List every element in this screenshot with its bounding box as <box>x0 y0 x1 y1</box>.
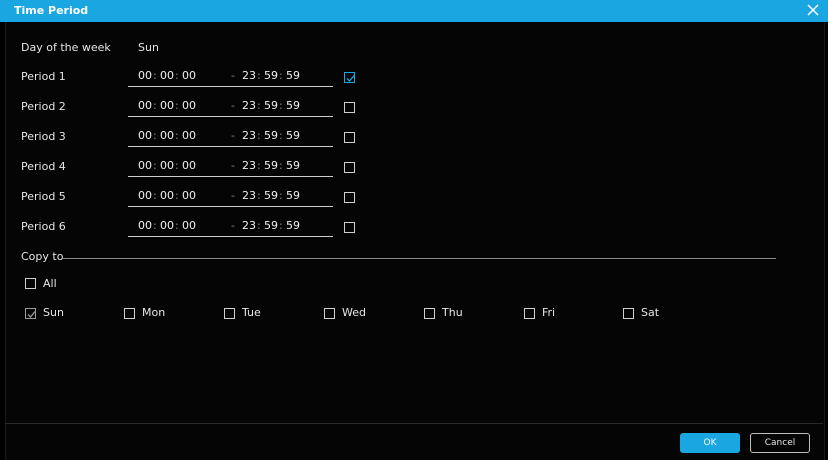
start-second[interactable]: 00 <box>182 159 196 172</box>
period-checkbox[interactable] <box>344 192 355 203</box>
end-minute[interactable]: 59 <box>264 129 278 142</box>
end-hour[interactable]: 23 <box>242 219 256 232</box>
start-minute[interactable]: 00 <box>160 99 174 112</box>
ok-button[interactable]: OK <box>680 433 740 453</box>
day-checkbox[interactable] <box>124 308 135 319</box>
start-minute[interactable]: 00 <box>160 159 174 172</box>
all-checkbox[interactable] <box>25 278 36 289</box>
day-checkbox[interactable] <box>524 308 535 319</box>
start-minute[interactable]: 00 <box>160 69 174 82</box>
end-second[interactable]: 59 <box>286 189 300 202</box>
day-label: Sun <box>43 306 64 319</box>
end-hour[interactable]: 23 <box>242 99 256 112</box>
period-label: Period 5 <box>21 190 66 203</box>
cancel-button[interactable]: Cancel <box>750 433 810 453</box>
end-second[interactable]: 59 <box>286 99 300 112</box>
start-minute[interactable]: 00 <box>160 189 174 202</box>
day-label: Sat <box>641 306 660 319</box>
period-time-field[interactable]: 00 : 00 : 00 - 23 : 59 : 59 <box>128 158 333 177</box>
dialog-body: Day of the week Sun Period 1 00 : 00 : 0… <box>5 22 825 460</box>
day-of-week-label: Day of the week <box>21 41 111 54</box>
start-minute[interactable]: 00 <box>160 219 174 232</box>
start-second[interactable]: 00 <box>182 99 196 112</box>
start-hour[interactable]: 00 <box>138 99 152 112</box>
end-minute[interactable]: 59 <box>264 69 278 82</box>
start-hour[interactable]: 00 <box>138 189 152 202</box>
close-icon[interactable] <box>805 2 821 18</box>
day-label: Fri <box>542 306 556 319</box>
period-time-field[interactable]: 00 : 00 : 00 - 23 : 59 : 59 <box>128 188 333 207</box>
start-second[interactable]: 00 <box>182 129 196 142</box>
end-minute[interactable]: 59 <box>264 219 278 232</box>
start-second[interactable]: 00 <box>182 69 196 82</box>
end-minute[interactable]: 59 <box>264 99 278 112</box>
end-hour[interactable]: 23 <box>242 159 256 172</box>
day-of-week-value: Sun <box>138 41 159 54</box>
end-hour[interactable]: 23 <box>242 189 256 202</box>
end-hour[interactable]: 23 <box>242 129 256 142</box>
start-second[interactable]: 00 <box>182 189 196 202</box>
day-label: Wed <box>342 306 366 319</box>
start-hour[interactable]: 00 <box>138 159 152 172</box>
period-time-field[interactable]: 00 : 00 : 00 - 23 : 59 : 59 <box>128 128 333 147</box>
end-second[interactable]: 59 <box>286 129 300 142</box>
period-time-field[interactable]: 00 : 00 : 00 - 23 : 59 : 59 <box>128 68 333 87</box>
end-second[interactable]: 59 <box>286 159 300 172</box>
end-second[interactable]: 59 <box>286 69 300 82</box>
period-time-field[interactable]: 00 : 00 : 00 - 23 : 59 : 59 <box>128 218 333 237</box>
day-label: Tue <box>242 306 261 319</box>
all-label: All <box>43 277 57 290</box>
period-label: Period 3 <box>21 130 66 143</box>
start-second[interactable]: 00 <box>182 219 196 232</box>
copy-to-label: Copy to <box>21 250 64 263</box>
end-minute[interactable]: 59 <box>264 189 278 202</box>
day-checkbox[interactable] <box>224 308 235 319</box>
end-second[interactable]: 59 <box>286 219 300 232</box>
period-checkbox[interactable] <box>344 72 355 83</box>
start-minute[interactable]: 00 <box>160 129 174 142</box>
end-hour[interactable]: 23 <box>242 69 256 82</box>
day-checkbox[interactable] <box>424 308 435 319</box>
day-label: Thu <box>442 306 463 319</box>
period-checkbox[interactable] <box>344 132 355 143</box>
period-label: Period 1 <box>21 70 66 83</box>
title-bar: Time Period <box>0 0 828 22</box>
period-label: Period 4 <box>21 160 66 173</box>
period-label: Period 6 <box>21 220 66 233</box>
start-hour[interactable]: 00 <box>138 69 152 82</box>
period-checkbox[interactable] <box>344 162 355 173</box>
end-minute[interactable]: 59 <box>264 159 278 172</box>
day-checkbox[interactable] <box>324 308 335 319</box>
period-checkbox[interactable] <box>344 222 355 233</box>
day-label: Mon <box>142 306 166 319</box>
footer-divider <box>5 423 823 424</box>
section-divider <box>63 258 776 259</box>
window-title: Time Period <box>14 4 89 17</box>
start-hour[interactable]: 00 <box>138 219 152 232</box>
day-checkbox[interactable] <box>25 308 36 319</box>
period-time-field[interactable]: 00 : 00 : 00 - 23 : 59 : 59 <box>128 98 333 117</box>
day-checkbox[interactable] <box>623 308 634 319</box>
period-checkbox[interactable] <box>344 102 355 113</box>
period-label: Period 2 <box>21 100 66 113</box>
start-hour[interactable]: 00 <box>138 129 152 142</box>
